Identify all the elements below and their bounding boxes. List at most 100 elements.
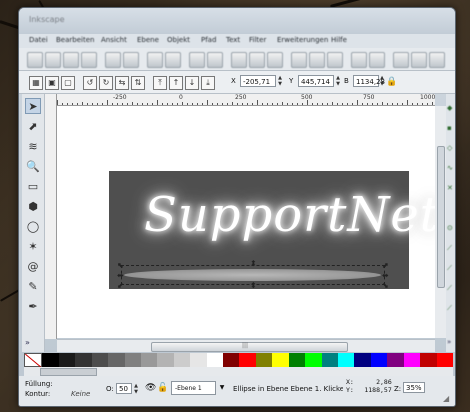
undo-icon[interactable] [147, 52, 163, 68]
menu-object[interactable]: Objekt [167, 36, 190, 44]
menu-help[interactable]: Hilfe [331, 36, 347, 44]
vertical-scrollbar[interactable] [435, 106, 446, 338]
color-swatch[interactable] [140, 353, 158, 367]
color-swatch[interactable] [91, 353, 109, 367]
color-swatch[interactable] [42, 353, 59, 367]
3d-box-tool-icon[interactable]: ⬢ [25, 198, 41, 214]
color-swatch[interactable] [387, 353, 404, 367]
opacity-spin-arrows[interactable]: ▲ ▼ [133, 383, 139, 395]
export-icon[interactable] [123, 52, 139, 68]
color-swatch[interactable] [420, 353, 437, 367]
ellipse-tool-icon[interactable]: ◯ [25, 218, 41, 234]
new-document-icon[interactable] [27, 52, 43, 68]
xml-editor-icon[interactable] [429, 52, 445, 68]
rotate-ccw-icon[interactable]: ↺ [83, 76, 97, 90]
horizontal-scroll-thumb[interactable]: ||| [151, 342, 348, 352]
snap-rotation-icon[interactable]: ⟋ [447, 304, 454, 312]
logo-artwork[interactable]: SupportNet ⬉ ⬍ ⬈ ⬌ ⬌ ⬋ ⬍ ⬊ [109, 171, 439, 290]
menu-filter[interactable]: Filter [249, 36, 266, 44]
snap-paths-icon[interactable]: ∿ [447, 164, 454, 172]
open-file-icon[interactable] [45, 52, 61, 68]
more-snap-icon[interactable]: » [447, 338, 454, 346]
opacity-field[interactable]: 50 [116, 383, 132, 394]
layer-lock-icon[interactable]: 🔓 [157, 384, 168, 393]
color-swatch[interactable] [173, 353, 191, 367]
more-tools-icon[interactable]: » [25, 338, 30, 347]
color-swatch[interactable] [272, 353, 289, 367]
snap-centers-icon[interactable]: ⊙ [447, 224, 454, 232]
zoom-tool-icon[interactable]: 🔍 [25, 158, 41, 174]
horizontal-scrollbar[interactable]: ||| [57, 339, 435, 352]
color-swatch[interactable] [75, 353, 92, 367]
scale-handle-bottom-left[interactable]: ⬋ [117, 282, 124, 290]
color-swatch[interactable] [354, 353, 371, 367]
layer-visibility-icon[interactable]: 👁 [145, 384, 156, 393]
snap-bbox-icon[interactable]: ▪ [447, 124, 454, 132]
color-swatch[interactable] [436, 353, 453, 367]
chevron-down-icon[interactable]: ▼ [215, 381, 228, 395]
menu-extensions[interactable]: Erweiterungen [277, 36, 328, 44]
lock-icon[interactable]: 🔒 [386, 77, 397, 87]
zoom-selection-icon[interactable] [231, 52, 247, 68]
color-swatch[interactable] [305, 353, 322, 367]
x-field[interactable]: -205,71 [240, 75, 276, 87]
y-spin-arrows[interactable]: ▲ ▼ [335, 75, 341, 87]
scale-handle-bottom[interactable]: ⬍ [250, 282, 257, 290]
flip-horizontal-icon[interactable]: ⇆ [115, 76, 129, 90]
duplicate-icon[interactable] [291, 52, 307, 68]
selector-tool-icon[interactable]: ➤ [25, 98, 41, 114]
logo-text[interactable]: SupportNet [144, 187, 440, 243]
clone-icon[interactable] [309, 52, 325, 68]
group-icon[interactable] [351, 52, 367, 68]
palette-scrollbar[interactable] [24, 367, 453, 376]
horizontal-ruler[interactable]: -250 0 250 500 750 1000 [57, 94, 435, 106]
menu-edit[interactable]: Bearbeiten [56, 36, 94, 44]
color-swatch[interactable] [206, 353, 224, 367]
y-field[interactable]: 445,714 [298, 75, 334, 87]
color-swatch[interactable] [255, 353, 273, 367]
menu-view[interactable]: Ansicht [101, 36, 127, 44]
menu-layer[interactable]: Ebene [137, 36, 159, 44]
save-icon[interactable] [63, 52, 79, 68]
snap-toggle-icon[interactable]: ◆ [447, 104, 454, 112]
zoom-drawing-icon[interactable] [249, 52, 265, 68]
unlink-clone-icon[interactable] [327, 52, 343, 68]
menu-path[interactable]: Pfad [201, 36, 216, 44]
drawing-canvas[interactable]: SupportNet ⬉ ⬍ ⬈ ⬌ ⬌ ⬋ ⬍ ⬊ [57, 106, 439, 338]
stroke-value[interactable]: Keine [71, 390, 90, 398]
color-swatch[interactable] [338, 353, 355, 367]
rotate-cw-icon[interactable]: ↻ [99, 76, 113, 90]
color-swatch[interactable] [288, 353, 306, 367]
snap-grid-icon[interactable]: ⟋ [447, 264, 454, 272]
tweak-tool-icon[interactable]: ≋ [25, 138, 41, 154]
color-swatch[interactable] [223, 353, 240, 367]
zoom-field[interactable]: 35% [403, 382, 425, 393]
color-swatch[interactable] [239, 353, 256, 367]
select-all-icon[interactable]: ▦ [29, 76, 43, 90]
color-swatch[interactable] [370, 353, 388, 367]
ungroup-icon[interactable] [369, 52, 385, 68]
no-paint-swatch[interactable] [24, 353, 43, 367]
x-spin-arrows[interactable]: ▲ ▼ [277, 75, 283, 87]
color-swatch[interactable] [403, 353, 421, 367]
width-field[interactable]: 1134,28 [353, 75, 385, 87]
color-swatch[interactable] [157, 353, 174, 367]
text-font-icon[interactable] [411, 52, 427, 68]
menu-text[interactable]: Text [226, 36, 240, 44]
scale-handle-left[interactable]: ⬌ [117, 272, 124, 280]
zoom-page-icon[interactable] [267, 52, 283, 68]
palette-scroll-thumb[interactable] [40, 368, 97, 376]
raise-to-top-icon[interactable]: ⤒ [153, 76, 167, 90]
color-swatch[interactable] [108, 353, 125, 367]
pen-tool-icon[interactable]: ✒ [25, 298, 41, 314]
import-icon[interactable] [105, 52, 121, 68]
copy-icon[interactable] [189, 52, 205, 68]
snap-nodes-icon[interactable]: ◇ [447, 144, 454, 152]
resize-grip-icon[interactable]: ◢ [443, 394, 449, 403]
color-swatch[interactable] [58, 353, 76, 367]
spiral-tool-icon[interactable]: @ [25, 258, 41, 274]
star-tool-icon[interactable]: ✶ [25, 238, 41, 254]
color-swatch[interactable] [321, 353, 339, 367]
snap-midpoints-icon[interactable]: ✕ [447, 184, 454, 192]
vertical-ruler[interactable] [45, 94, 57, 339]
